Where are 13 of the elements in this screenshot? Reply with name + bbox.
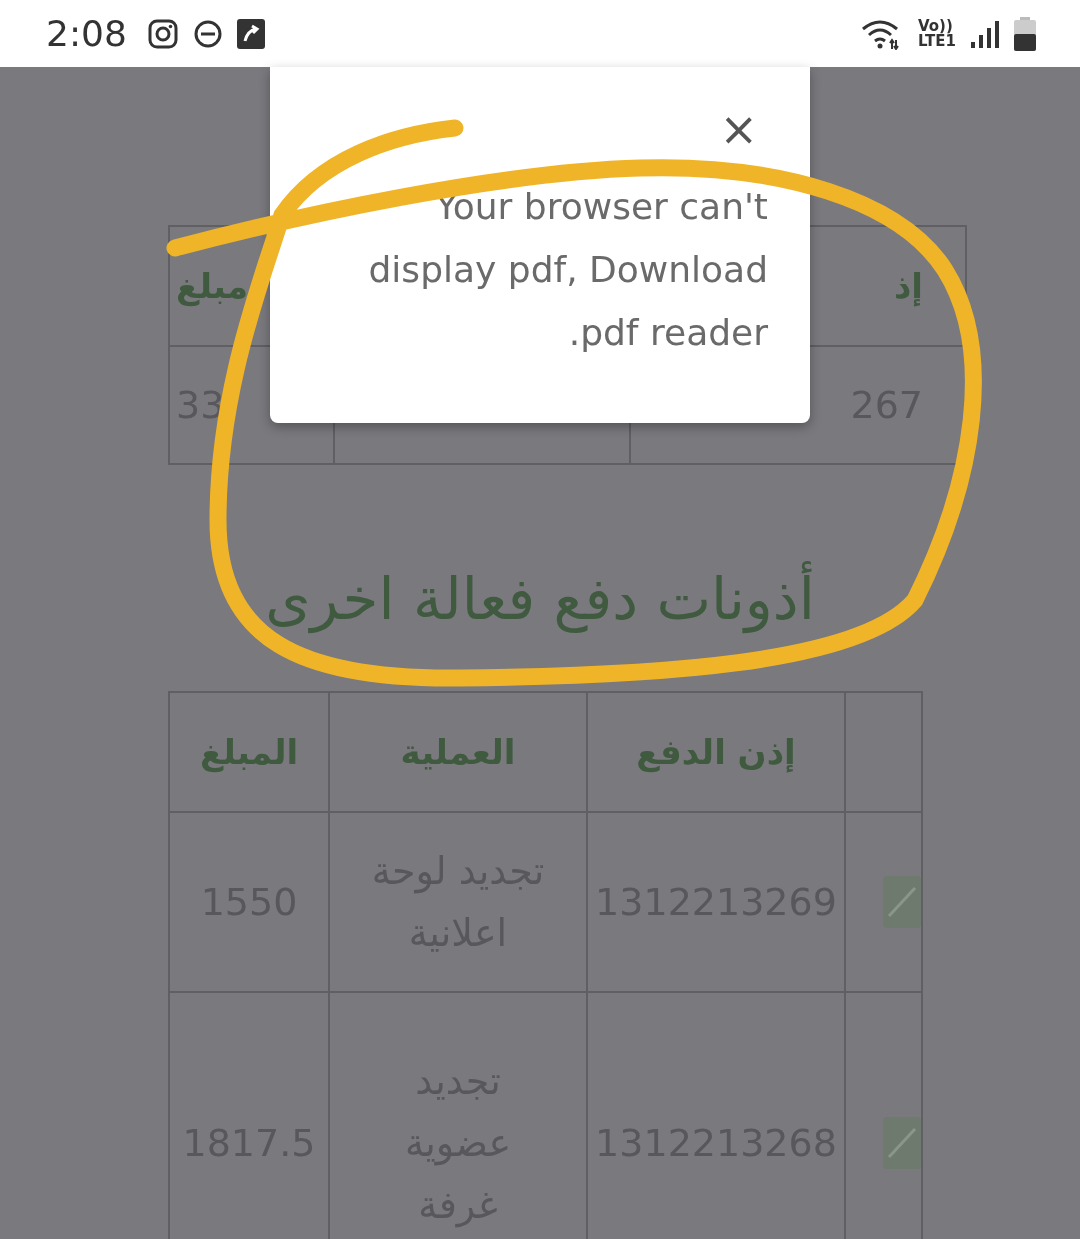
battery-icon (1014, 16, 1036, 51)
close-button[interactable]: × (719, 107, 758, 151)
camera-icon (146, 17, 179, 50)
column-header: المبلغ (169, 692, 329, 812)
do-not-disturb-icon (192, 18, 223, 49)
network-label: LTE1 (918, 33, 956, 49)
volte-label: Vo)) (918, 18, 953, 34)
checkbox-icon[interactable] (883, 876, 921, 928)
column-header: إذن الدفع (587, 692, 845, 812)
checkbox-icon[interactable] (883, 1117, 921, 1169)
clock-time: 2:08 (46, 13, 127, 54)
signal-icon (970, 18, 1000, 49)
column-header: العملية (329, 692, 587, 812)
